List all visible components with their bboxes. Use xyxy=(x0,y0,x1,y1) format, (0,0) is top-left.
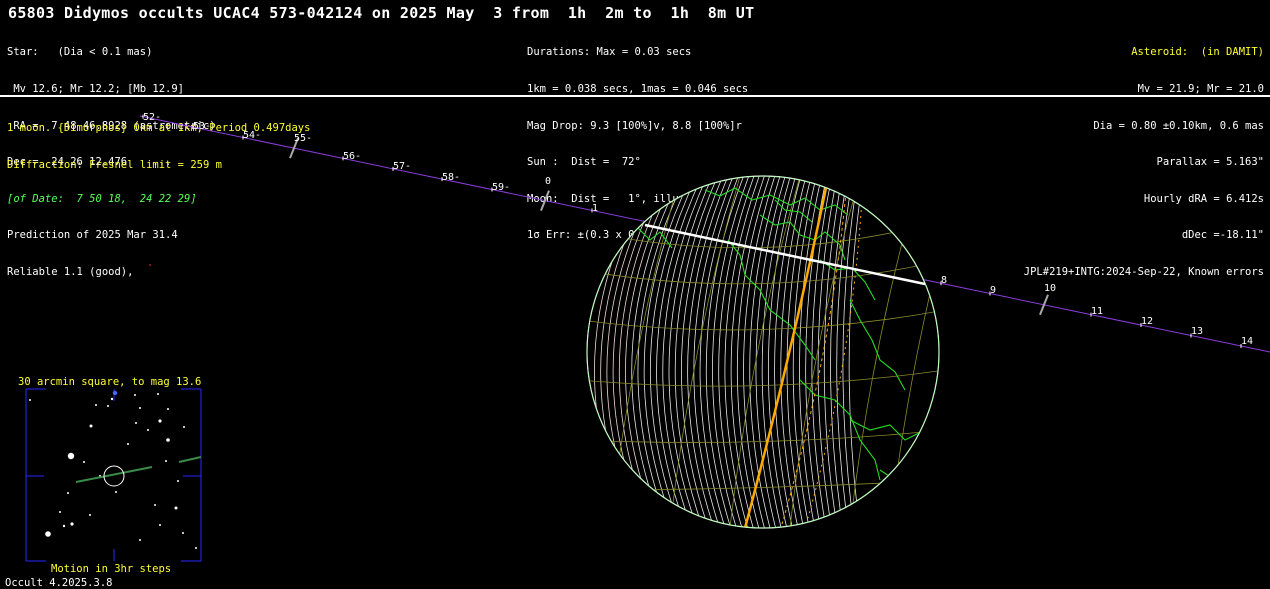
track-label-2: 54- xyxy=(243,130,261,141)
track-label-10: 8 xyxy=(941,275,947,286)
finder-star xyxy=(59,511,61,513)
finder-stars xyxy=(29,390,197,549)
finder-title: 30 arcmin square, to mag 13.6 xyxy=(18,376,202,388)
finder-star xyxy=(195,547,197,549)
finder-star xyxy=(166,438,170,442)
track-label-6: 58- xyxy=(442,172,460,183)
finder-star xyxy=(165,460,167,462)
finder-star xyxy=(157,393,159,395)
finder-star xyxy=(183,426,185,428)
finder-footer: Motion in 3hr steps xyxy=(51,563,172,575)
track-label-14: 12 xyxy=(1141,316,1153,327)
track-label-9: 1 xyxy=(592,203,598,214)
track-label-13: 11 xyxy=(1091,306,1103,317)
finder-target-star xyxy=(112,390,118,396)
finder-star xyxy=(70,522,74,526)
track-label-12: 10 xyxy=(1044,283,1056,294)
finder-star xyxy=(62,524,66,528)
track-label-4: 56- xyxy=(343,151,361,162)
finder-star xyxy=(159,524,161,526)
finder-star xyxy=(174,506,178,510)
finder-star xyxy=(139,407,141,409)
track-label-5: 57- xyxy=(393,161,411,172)
finder-star xyxy=(182,532,184,534)
finder-star xyxy=(107,405,109,407)
track-label-1: 53- xyxy=(193,121,211,132)
finder-star xyxy=(177,480,179,482)
finder-star xyxy=(127,443,129,445)
track-label-3: 55- xyxy=(294,133,312,144)
finder-star xyxy=(89,424,93,428)
track-major-tick-12 xyxy=(1039,294,1049,316)
finder-star xyxy=(83,461,85,463)
track-major-tick-8 xyxy=(540,190,550,211)
finder-star xyxy=(67,492,69,494)
finder-motion-line-1 xyxy=(75,466,153,483)
red-marker xyxy=(149,264,151,266)
finder-star xyxy=(158,419,162,423)
track-label-8: 0 xyxy=(545,176,551,187)
track-label-0: 52- xyxy=(143,112,161,123)
earth-globe xyxy=(586,175,940,529)
finder-star xyxy=(29,399,31,401)
finder-star xyxy=(67,452,75,460)
finder-star xyxy=(115,491,117,493)
occultation-diagram: 52- 53- 54- 55- 56- 57- 58- 59- 0 1 8 9 10 11 12 13 14 xyxy=(25,112,1270,562)
version-label: Occult 4.2025.3.8 xyxy=(5,577,113,589)
finder-star xyxy=(135,422,137,424)
finder-star xyxy=(95,404,97,406)
finder-star xyxy=(110,397,114,401)
track-label-15: 13 xyxy=(1191,326,1203,337)
finder-star xyxy=(147,429,149,431)
track-label-7: 59- xyxy=(492,182,510,193)
finder-star xyxy=(134,394,136,396)
finder-star xyxy=(89,514,91,516)
finder-star xyxy=(45,531,51,537)
track-label-16: 14 xyxy=(1241,336,1253,347)
finder-chart xyxy=(25,388,202,562)
track-label-11: 9 xyxy=(990,285,996,296)
finder-star xyxy=(167,408,169,410)
finder-motion-line-2 xyxy=(178,456,202,463)
finder-star xyxy=(139,539,141,541)
finder-star xyxy=(154,504,156,506)
